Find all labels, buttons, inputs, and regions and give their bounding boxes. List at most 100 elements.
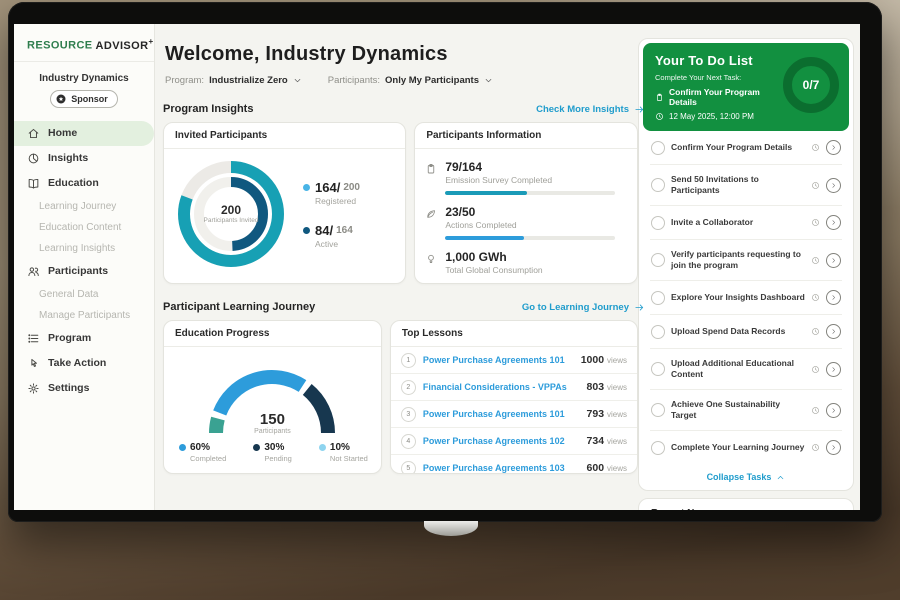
- sidebar-item-label: Program: [48, 332, 91, 344]
- program-filter-dropdown[interactable]: Program: Industrialize Zero: [165, 75, 302, 86]
- sidebar-nav: Home Insights Education Learning Journey: [14, 121, 154, 401]
- sidebar-item[interactable]: Education Content: [14, 217, 154, 238]
- task-checkbox[interactable]: [651, 216, 665, 230]
- task-open-button[interactable]: [826, 440, 841, 455]
- lesson-views-suffix: views: [607, 437, 627, 446]
- program-filter-value: Industrialize Zero: [209, 75, 288, 86]
- lesson-views-suffix: views: [607, 383, 627, 392]
- lesson-views-suffix: views: [607, 356, 627, 365]
- top-lessons-card: Top Lessons 1 Power Purchase Agreements …: [390, 320, 638, 474]
- lesson-views-count: 793: [587, 408, 605, 420]
- sidebar-item-label: Settings: [48, 382, 89, 394]
- lesson-title-link[interactable]: Power Purchase Agreements 101: [423, 355, 574, 366]
- lesson-title-link[interactable]: Power Purchase Agreements 102: [423, 436, 580, 447]
- lesson-rank: 2: [401, 380, 416, 395]
- stat-row: 23/50 Actions Completed: [425, 200, 627, 245]
- participants-information-card: Participants Information 79/164 Emission…: [414, 122, 638, 284]
- sidebar-item[interactable]: Take Action: [14, 351, 154, 376]
- monitor-stand: [424, 521, 478, 536]
- invited-participants-card-title: Invited Participants: [164, 123, 405, 149]
- task-checkbox[interactable]: [651, 441, 665, 455]
- task-open-button[interactable]: [826, 362, 841, 377]
- clock-icon: [811, 365, 820, 374]
- chevron-up-icon: [776, 473, 785, 482]
- sponsor-badge[interactable]: Sponsor: [50, 90, 118, 108]
- stat-value: 79/164: [445, 160, 615, 174]
- task-open-button[interactable]: [826, 253, 841, 268]
- learning-journey-title: Participant Learning Journey: [163, 301, 315, 313]
- lesson-views-suffix: views: [607, 464, 627, 473]
- sidebar-item-icon: [27, 332, 40, 345]
- task-checkbox[interactable]: [651, 291, 665, 305]
- sidebar-item-label: Education Content: [39, 222, 121, 233]
- sidebar-item[interactable]: Participants: [14, 259, 154, 284]
- invited-participants-card: Invited Participants 200 Participants In…: [163, 122, 406, 284]
- task-open-button[interactable]: [826, 290, 841, 305]
- lesson-views-count: 803: [587, 381, 605, 393]
- task-checkbox[interactable]: [651, 141, 665, 155]
- gauge-legend: 60% Completed 30% Pending: [164, 437, 381, 463]
- todo-next-task: Confirm Your Program Details: [655, 87, 785, 107]
- lesson-title-link[interactable]: Power Purchase Agreements 101: [423, 409, 580, 420]
- stat-progress-fill: [445, 236, 523, 240]
- top-lessons-list: 1 Power Purchase Agreements 101 1000 vie…: [391, 347, 637, 474]
- sidebar-item[interactable]: Learning Insights: [14, 238, 154, 259]
- top-lessons-card-title: Top Lessons: [391, 321, 637, 347]
- stat-icon: [425, 208, 437, 220]
- clock-icon: [811, 406, 820, 415]
- sidebar-item[interactable]: Settings: [14, 376, 154, 401]
- lesson-views: 793 views: [587, 408, 627, 420]
- task-row: Confirm Your Program Details: [650, 131, 842, 165]
- donut-center: 200 Participants Invited: [172, 155, 290, 273]
- stat-label: Emission Survey Completed: [445, 175, 615, 185]
- clock-icon: [655, 112, 664, 121]
- check-more-insights-link[interactable]: Check More Insights: [536, 104, 645, 115]
- sidebar-item-label: Education: [48, 177, 99, 189]
- task-label: Verify participants requesting to join t…: [671, 249, 805, 271]
- task-open-button[interactable]: [826, 324, 841, 339]
- legend-item-top: 84/ 164: [303, 223, 360, 238]
- chevron-right-icon: [830, 257, 837, 264]
- task-open-button[interactable]: [826, 178, 841, 193]
- learning-journey-header: Participant Learning Journey Go to Learn…: [163, 301, 645, 313]
- chevron-right-icon: [830, 328, 837, 335]
- task-open-button[interactable]: [826, 403, 841, 418]
- sidebar-item[interactable]: Learning Journey: [14, 196, 154, 217]
- program-filter-label: Program:: [165, 75, 204, 86]
- task-checkbox[interactable]: [651, 178, 665, 192]
- task-checkbox[interactable]: [651, 362, 665, 376]
- task-checkbox[interactable]: [651, 253, 665, 267]
- chevron-right-icon: [830, 294, 837, 301]
- go-to-learning-journey-link[interactable]: Go to Learning Journey: [522, 302, 645, 313]
- collapse-tasks-link[interactable]: Collapse Tasks: [643, 464, 849, 490]
- education-progress-card: Education Progress 150 Participants: [163, 320, 382, 474]
- sidebar-item[interactable]: Manage Participants: [14, 305, 154, 326]
- legend-total: 200: [343, 182, 360, 193]
- page-title: Welcome, Industry Dynamics: [165, 43, 638, 66]
- program-insights-header: Program Insights Check More Insights: [163, 103, 645, 115]
- lesson-title-link[interactable]: Financial Considerations - VPPAs: [423, 382, 580, 393]
- task-open-button[interactable]: [826, 140, 841, 155]
- sidebar-item[interactable]: Insights: [14, 146, 154, 171]
- app-window: RESOURCEADVISOR+ Industry Dynamics Spons…: [14, 24, 860, 510]
- sidebar-item[interactable]: General Data: [14, 284, 154, 305]
- sidebar-item-icon: [27, 357, 40, 370]
- task-row: Explore Your Insights Dashboard: [650, 281, 842, 315]
- task-checkbox[interactable]: [651, 403, 665, 417]
- lesson-views-count: 734: [587, 435, 605, 447]
- todo-header: Your To Do List Complete Your Next Task:…: [643, 43, 849, 131]
- sidebar-item[interactable]: Home: [14, 121, 154, 146]
- sidebar-item[interactable]: Program: [14, 326, 154, 351]
- clock-icon: [811, 256, 820, 265]
- task-open-button[interactable]: [826, 215, 841, 230]
- participants-filter-dropdown[interactable]: Participants: Only My Participants: [328, 75, 493, 86]
- gauge-legend-label: Pending: [264, 454, 292, 463]
- task-label: Upload Additional Educational Content: [671, 358, 805, 380]
- legend-dot: [179, 444, 186, 451]
- gauge-legend-item: 10% Not Started: [319, 442, 368, 463]
- sidebar-item[interactable]: Education: [14, 171, 154, 196]
- stat-label: Total Global Consumption: [445, 265, 542, 275]
- lesson-title-link[interactable]: Power Purchase Agreements 103: [423, 463, 580, 474]
- check-more-insights-label: Check More Insights: [536, 104, 629, 115]
- task-checkbox[interactable]: [651, 325, 665, 339]
